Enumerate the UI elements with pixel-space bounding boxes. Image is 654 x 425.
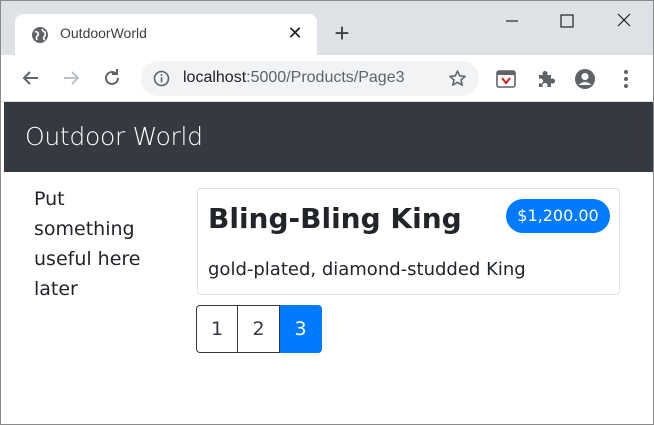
minimize-icon[interactable] bbox=[497, 9, 527, 33]
tab-title: OutdoorWorld bbox=[60, 25, 147, 41]
info-icon[interactable] bbox=[153, 70, 170, 87]
url-path: :5000/Products/Page3 bbox=[246, 69, 405, 86]
maximize-icon[interactable] bbox=[552, 9, 582, 33]
pagination: 1 2 3 bbox=[196, 305, 322, 353]
site-brand[interactable]: Outdoor World bbox=[25, 122, 203, 151]
window-close-icon[interactable] bbox=[609, 9, 639, 33]
site-navbar: Outdoor World bbox=[4, 102, 653, 172]
price-badge: $1,200.00 bbox=[506, 199, 610, 233]
address-bar[interactable]: localhost:5000/Products/Page3 bbox=[141, 61, 479, 96]
tab-close-icon[interactable]: ✕ bbox=[285, 23, 305, 43]
puzzle-icon[interactable] bbox=[535, 68, 557, 90]
page-content: Outdoor World Put something useful here … bbox=[4, 102, 653, 424]
globe-icon bbox=[32, 27, 48, 43]
page-link-3-active[interactable]: 3 bbox=[280, 305, 322, 353]
product-card: Bling-Bling King $1,200.00 gold-plated, … bbox=[197, 188, 620, 295]
product-description: gold-plated, diamond-studded King bbox=[208, 259, 526, 280]
browser-tab[interactable]: OutdoorWorld ✕ bbox=[15, 14, 317, 55]
page-link-1[interactable]: 1 bbox=[196, 305, 238, 353]
sidebar-placeholder: Put something useful here later bbox=[34, 188, 141, 300]
back-arrow-icon[interactable] bbox=[19, 66, 43, 90]
reload-icon[interactable] bbox=[100, 66, 124, 90]
menu-dots-icon[interactable] bbox=[615, 68, 637, 90]
product-name: Bling-Bling King bbox=[208, 202, 462, 235]
url-host: localhost bbox=[183, 69, 247, 86]
browser-window: OutdoorWorld ✕ + localhost:5000/Products… bbox=[0, 0, 654, 425]
profile-icon[interactable] bbox=[574, 68, 596, 90]
browser-toolbar: localhost:5000/Products/Page3 bbox=[1, 55, 653, 102]
extension-icon[interactable] bbox=[495, 68, 517, 90]
bookmark-star-icon[interactable] bbox=[448, 69, 467, 88]
url-text: localhost:5000/Products/Page3 bbox=[183, 69, 405, 87]
tab-strip: OutdoorWorld ✕ + bbox=[1, 1, 653, 55]
new-tab-button[interactable]: + bbox=[329, 20, 355, 47]
forward-arrow-icon[interactable] bbox=[59, 66, 83, 90]
page-link-2[interactable]: 2 bbox=[238, 305, 280, 353]
